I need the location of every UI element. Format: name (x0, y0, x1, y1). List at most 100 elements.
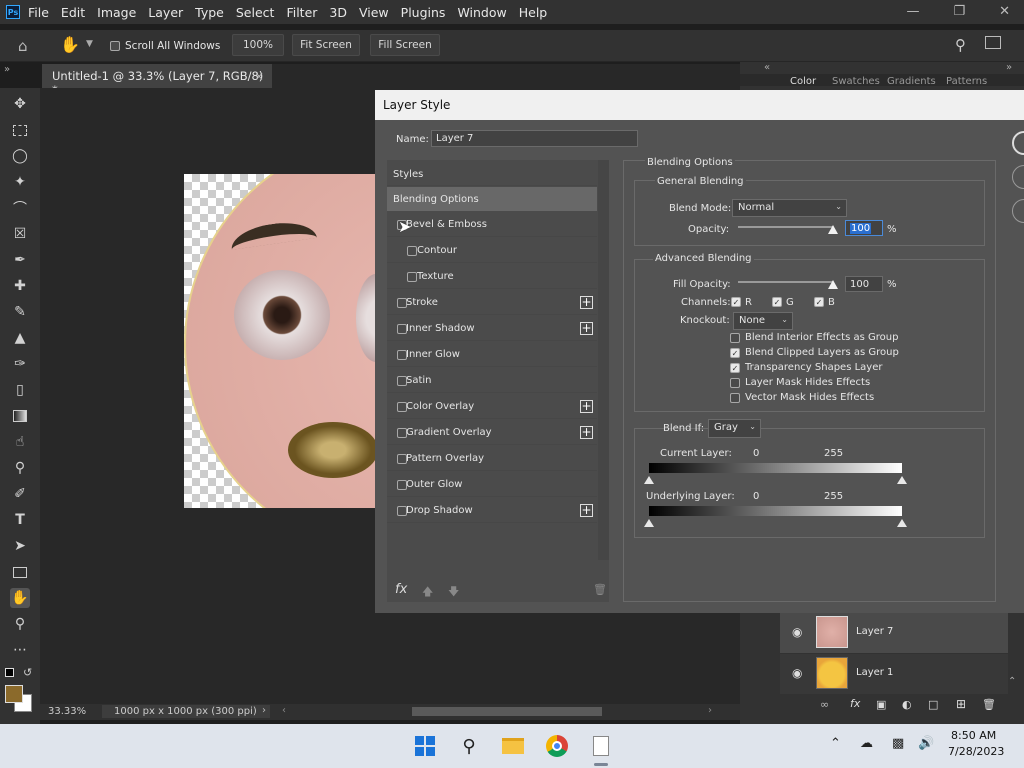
default-colors-icon[interactable] (5, 668, 14, 677)
expand-icon[interactable]: » (1006, 62, 1012, 73)
menu-layer[interactable]: Layer (148, 5, 183, 20)
underlying-layer-gradient[interactable] (649, 506, 902, 516)
ok-button[interactable] (1012, 131, 1024, 155)
advanced-option-checkbox[interactable] (730, 393, 740, 403)
style-item-bevel-emboss[interactable]: Bevel & Emboss (387, 212, 597, 237)
chevron-down-icon[interactable]: ▼ (86, 39, 93, 49)
foreground-color-swatch[interactable] (5, 685, 23, 703)
hand-tool-icon[interactable]: ✋ (10, 588, 30, 608)
fill-screen-button[interactable]: Fill Screen (370, 34, 440, 56)
frame-tool-icon[interactable]: ☒ (10, 224, 30, 244)
fill-opacity-slider-thumb[interactable] (828, 280, 838, 289)
restore-icon[interactable]: ❐ (953, 4, 965, 19)
pen-tool-icon[interactable]: ✐ (10, 484, 30, 504)
advanced-option-checkbox[interactable]: ✓ (730, 363, 740, 373)
style-item-stroke[interactable]: Stroke + (387, 290, 597, 315)
current-layer-white-thumb[interactable] (897, 476, 907, 484)
collapse-panels-icon[interactable]: « (764, 62, 770, 73)
underlying-layer-black-thumb[interactable] (644, 519, 654, 527)
tab-swatches[interactable]: Swatches (832, 76, 880, 86)
current-layer-gradient[interactable] (649, 463, 902, 473)
file-explorer-icon[interactable] (500, 733, 526, 759)
menu-edit[interactable]: Edit (61, 5, 85, 20)
style-checkbox[interactable] (407, 246, 417, 256)
opacity-input[interactable]: 100 (845, 220, 883, 236)
volume-icon[interactable]: 🔊 (918, 736, 934, 751)
menu-file[interactable]: File (28, 5, 49, 20)
visibility-eye-icon[interactable]: ◉ (792, 666, 802, 680)
menu-view[interactable]: View (359, 5, 389, 20)
fill-opacity-input[interactable]: 100 (845, 276, 883, 292)
rectangle-tool-icon[interactable] (10, 562, 30, 582)
horizontal-scrollbar[interactable] (412, 707, 602, 716)
delete-effect-icon[interactable]: 🗑 (593, 583, 607, 596)
advanced-option-checkbox[interactable] (730, 333, 740, 343)
healing-brush-tool-icon[interactable]: ✚ (10, 276, 30, 296)
style-item-outer-glow[interactable]: Outer Glow (387, 472, 597, 497)
gradient-tool-icon[interactable] (10, 406, 30, 426)
clock-date[interactable]: 7/28/2023 (948, 745, 1004, 758)
adjustment-layer-icon[interactable]: ◐ (902, 698, 912, 711)
style-item-color-overlay[interactable]: Color Overlay + (387, 394, 597, 419)
style-item-pattern-overlay[interactable]: Pattern Overlay (387, 446, 597, 471)
delete-layer-icon[interactable]: 🗑 (982, 698, 996, 711)
menu-help[interactable]: Help (519, 5, 548, 20)
document-canvas[interactable] (184, 174, 375, 508)
layer-row[interactable]: ◉ Layer 1 (780, 654, 1008, 694)
new-group-icon[interactable]: □ (928, 698, 938, 711)
tab-color[interactable]: Color (790, 76, 816, 86)
smudge-tool-icon[interactable]: ☝ (10, 432, 30, 452)
fx-icon[interactable]: fx (850, 697, 860, 710)
lasso-tool-icon[interactable]: ◯ (10, 146, 30, 166)
clock-time[interactable]: 8:50 AM (951, 729, 996, 742)
tab-patterns[interactable]: Patterns (946, 76, 987, 86)
styles-header[interactable]: Styles (387, 162, 597, 186)
style-item-gradient-overlay[interactable]: Gradient Overlay + (387, 420, 597, 445)
opacity-slider-thumb[interactable] (828, 225, 838, 234)
advanced-option-checkbox[interactable]: ✓ (730, 348, 740, 358)
current-layer-black-thumb[interactable] (644, 476, 654, 484)
tab-close-icon[interactable]: × (254, 69, 264, 83)
search-icon[interactable]: ⚲ (456, 733, 482, 759)
menu-filter[interactable]: Filter (286, 5, 317, 20)
minimize-icon[interactable]: — (906, 4, 919, 19)
panel-scroll-up-icon[interactable]: ⌃ (1008, 676, 1016, 687)
history-brush-tool-icon[interactable]: ✑ (10, 354, 30, 374)
dodge-tool-icon[interactable]: ⚲ (10, 458, 30, 478)
display-icon[interactable]: ▩ (892, 736, 904, 751)
brush-tool-icon[interactable]: ✎ (10, 302, 30, 322)
style-item-inner-shadow[interactable]: Inner Shadow + (387, 316, 597, 341)
zoom-tool-icon[interactable]: ⚲ (10, 614, 30, 634)
windows-start-icon[interactable] (412, 733, 438, 759)
type-tool-icon[interactable]: T (10, 510, 30, 530)
menu-plugins[interactable]: Plugins (401, 5, 446, 20)
add-effect-icon[interactable]: + (580, 322, 593, 335)
cancel-button[interactable] (1012, 165, 1024, 189)
menu-select[interactable]: Select (236, 5, 275, 20)
move-tool-icon[interactable]: ✥ (10, 94, 30, 114)
knockout-select[interactable]: None ⌄ (733, 312, 793, 330)
visibility-eye-icon[interactable]: ◉ (792, 625, 802, 639)
menu-window[interactable]: Window (457, 5, 506, 20)
zoom-100-button[interactable]: 100% (232, 34, 284, 56)
magic-wand-tool-icon[interactable]: ✦ (10, 172, 30, 192)
underlying-layer-white-thumb[interactable] (897, 519, 907, 527)
close-icon[interactable]: ✕ (999, 4, 1010, 19)
channel-g-checkbox[interactable]: ✓ (772, 297, 782, 307)
chevron-up-icon[interactable]: ⌃ (830, 736, 841, 751)
blending-options-item[interactable]: Blending Options (387, 187, 597, 211)
notepad-icon[interactable] (588, 733, 614, 759)
eyedropper-tool-icon[interactable]: ✒ (10, 250, 30, 270)
new-style-button[interactable] (1012, 199, 1024, 223)
menu-type[interactable]: Type (195, 5, 224, 20)
opacity-slider-track[interactable] (738, 226, 833, 228)
style-item-texture[interactable]: Texture (387, 264, 597, 289)
channel-b-checkbox[interactable]: ✓ (814, 297, 824, 307)
eraser-tool-icon[interactable]: ▯ (10, 380, 30, 400)
crop-tool-icon[interactable]: ⌒ (10, 198, 30, 218)
fill-opacity-slider-track[interactable] (738, 281, 833, 283)
move-down-icon[interactable]: 🡇 (448, 583, 459, 602)
channel-r-checkbox[interactable]: ✓ (731, 297, 741, 307)
add-effect-icon[interactable]: + (580, 426, 593, 439)
style-item-contour[interactable]: Contour (387, 238, 597, 263)
